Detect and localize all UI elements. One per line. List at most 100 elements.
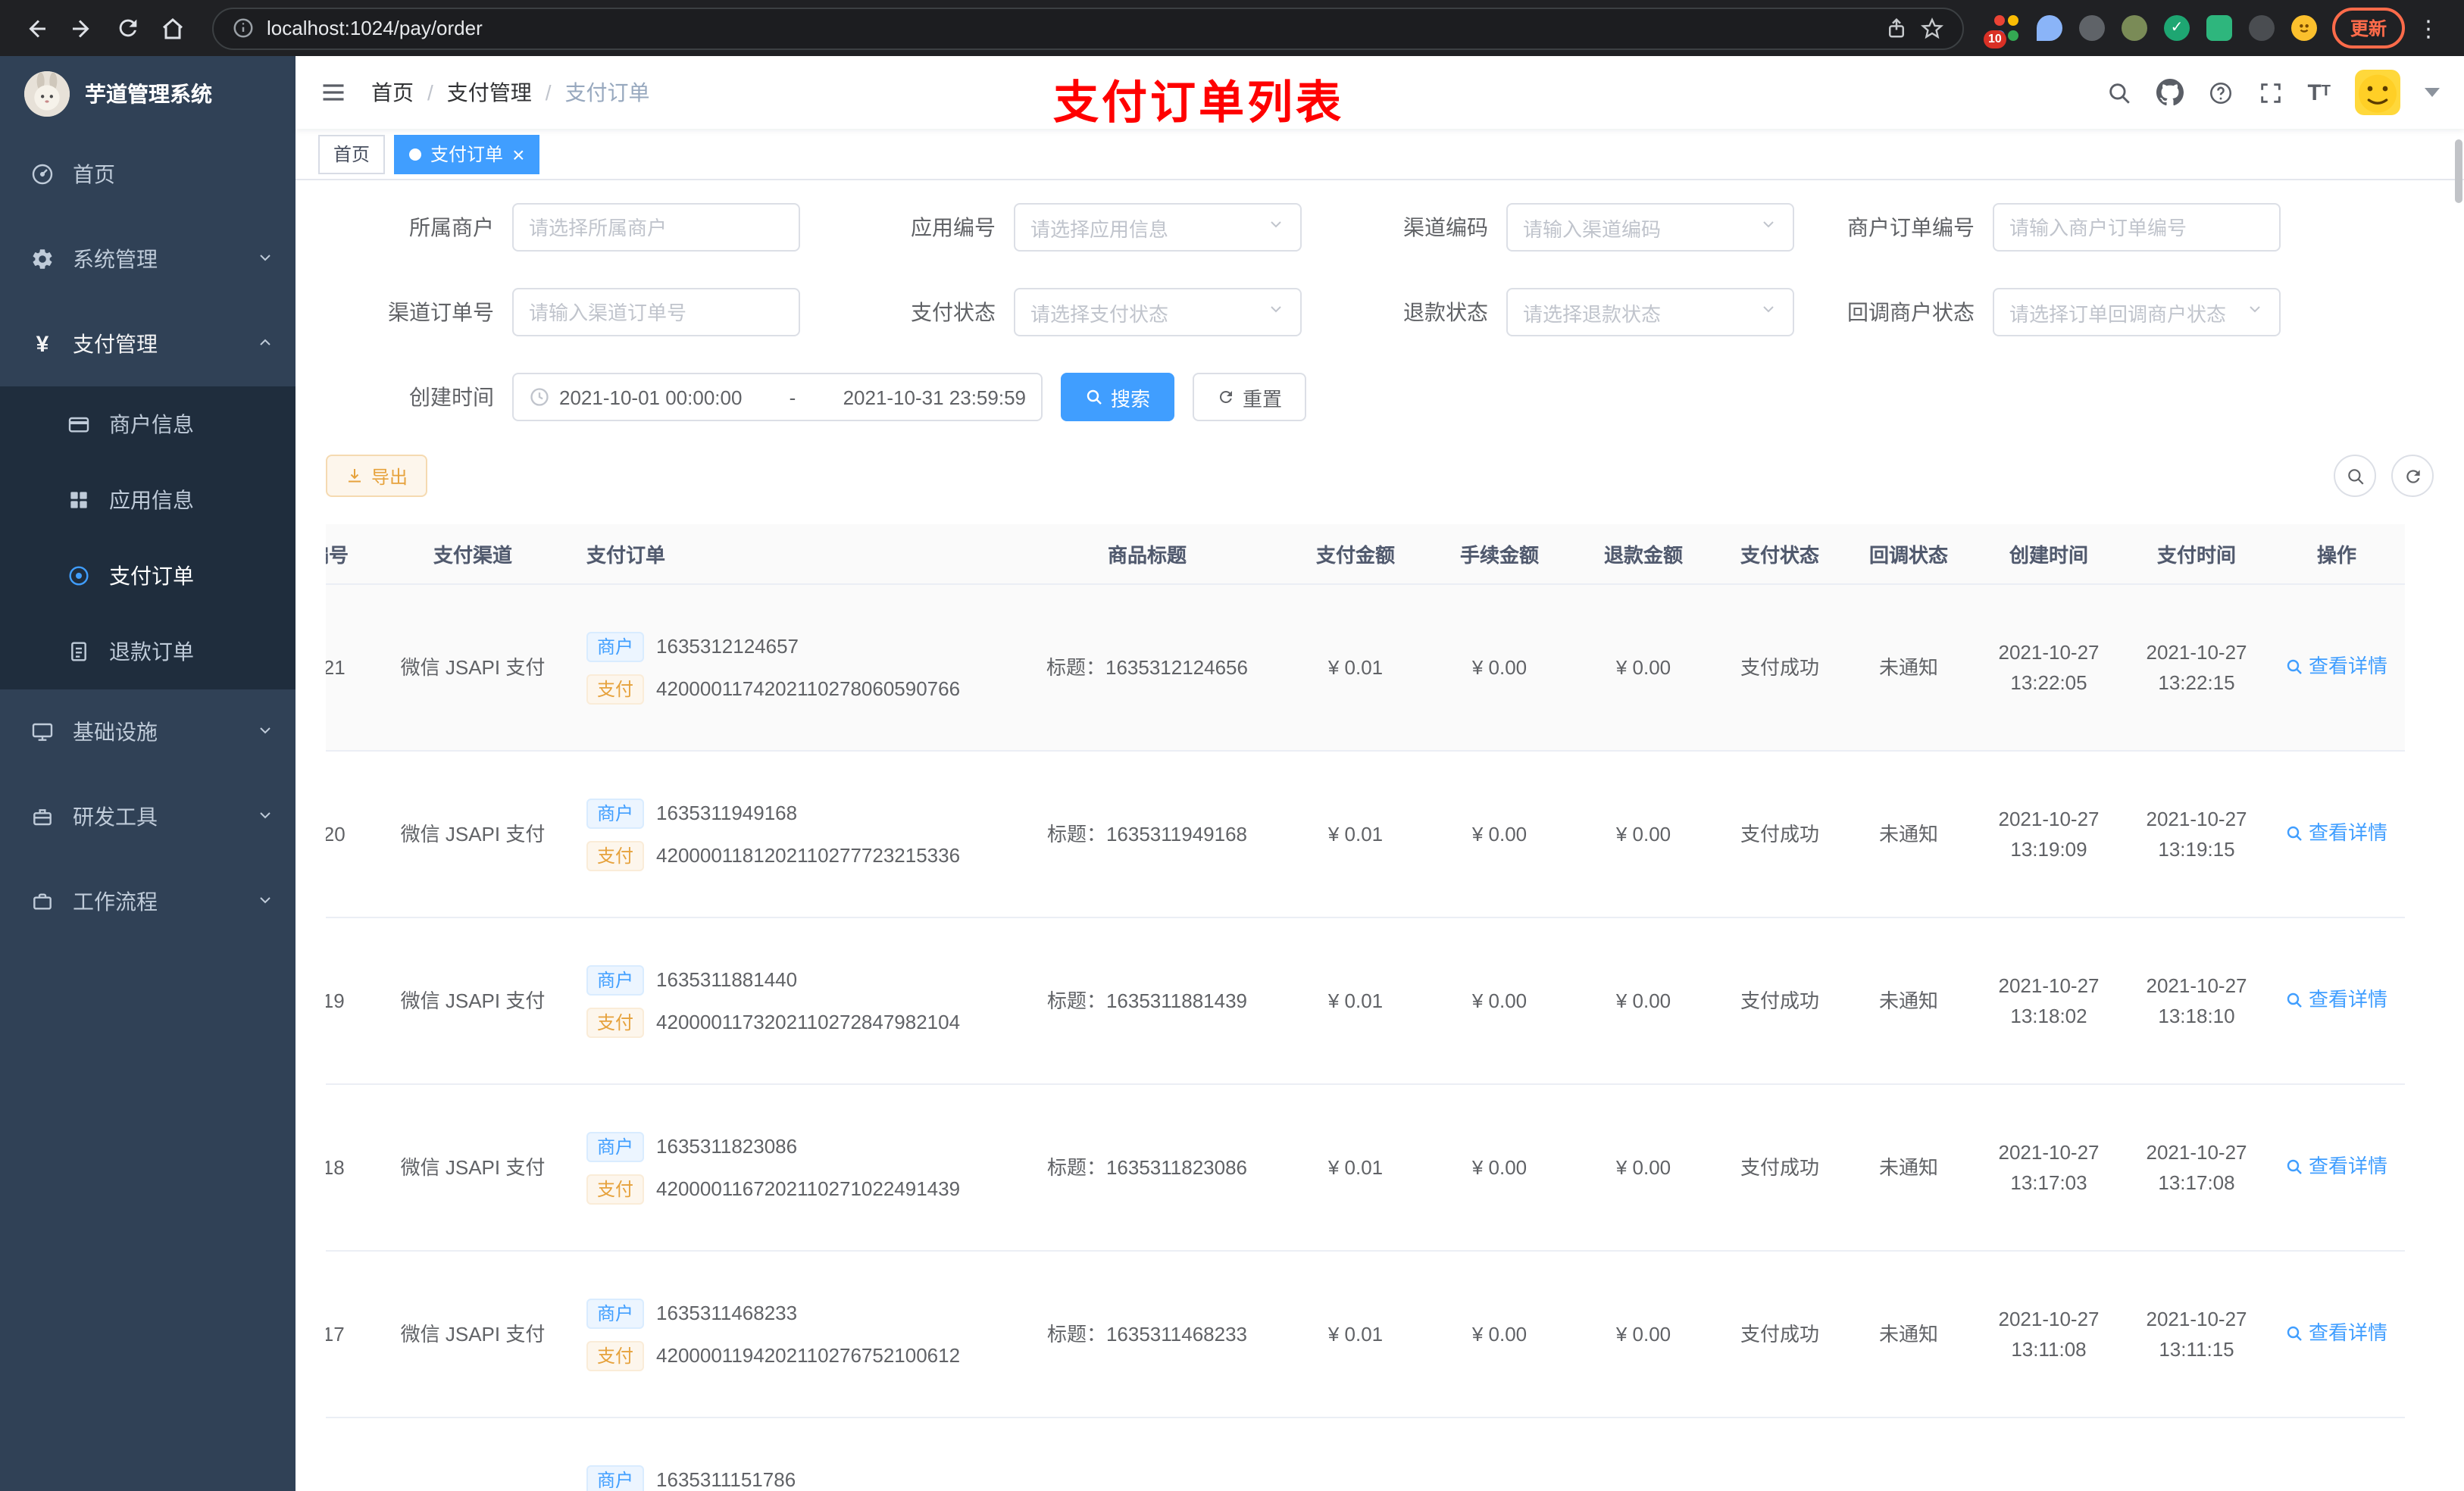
bookmark-star-icon[interactable]: [1920, 16, 1944, 40]
export-button[interactable]: 导出: [326, 455, 428, 497]
pay-time: 13:19:15: [2158, 837, 2235, 860]
pay-order-no: 4200001174202110278060590766: [656, 677, 961, 700]
col-fee: 手续金额: [1459, 544, 1539, 567]
chevron-down-icon: [256, 720, 274, 744]
screen: localhost:1024/pay/order 10 ✓ 更新 ⋮ 芋道管理系…: [0, 0, 2464, 1491]
target-icon: [67, 564, 91, 588]
extension-pin-icon[interactable]: [2248, 15, 2275, 41]
cell-pay-order: 商户 1635312124657 支付 42000011742021102780…: [571, 631, 1011, 704]
url-text[interactable]: localhost:1024/pay/order: [267, 17, 1873, 39]
pay-tag: 支付: [586, 1340, 645, 1371]
extension-badge: 10: [1983, 30, 2006, 48]
view-detail-link[interactable]: 查看详情: [2286, 818, 2387, 848]
tab-home[interactable]: 首页: [318, 134, 386, 173]
sidebar-item-refund-order[interactable]: 退款订单: [0, 614, 295, 689]
avatar-caret-icon[interactable]: [2425, 88, 2440, 97]
merchant-input[interactable]: [512, 203, 800, 252]
cell-fee: ¥ 0.00: [1471, 822, 1527, 846]
extension-check-icon[interactable]: ✓: [2163, 15, 2190, 41]
pay-status-select[interactable]: 请选择支付状态: [1014, 288, 1302, 336]
browser-update-button[interactable]: 更新: [2331, 8, 2405, 48]
scrollbar-thumb[interactable]: [2455, 139, 2462, 203]
pay-tag: 支付: [586, 840, 645, 871]
cell-refund: ¥ 0.00: [1615, 989, 1671, 1012]
sidebar-item-merchant-info[interactable]: 商户信息: [0, 386, 295, 462]
search-button[interactable]: 搜索: [1061, 373, 1175, 421]
sidebar-item-system[interactable]: 系统管理: [0, 217, 295, 302]
cell-actions: 查看详情: [2269, 652, 2405, 684]
cell-create-time: 2021-10-27 13:19:09: [1973, 805, 2125, 864]
reset-button[interactable]: 重置: [1193, 373, 1307, 421]
merchant-order-no-input[interactable]: [1993, 203, 2281, 252]
cell-create-time: 2021-10-27 13:22:05: [1973, 638, 2125, 697]
pay-order-no: 4200001173202110272847982104: [656, 1010, 961, 1033]
breadcrumb-level1[interactable]: 支付管理: [447, 77, 532, 108]
app-select[interactable]: 请选择应用信息: [1014, 203, 1302, 252]
share-icon[interactable]: [1885, 17, 1908, 39]
magnifier-icon: [2286, 657, 2304, 675]
user-avatar[interactable]: [2355, 70, 2400, 115]
create-time-range-picker[interactable]: 2021-10-01 00:00:00 - 2021-10-31 23:59:5…: [512, 373, 1043, 421]
help-icon[interactable]: [2207, 80, 2233, 105]
extension-olive-icon[interactable]: [2121, 15, 2147, 41]
tags-view: 首页 支付订单 ×: [295, 129, 2464, 180]
view-detail-link[interactable]: 查看详情: [2286, 1318, 2387, 1348]
view-detail-link[interactable]: 查看详情: [2286, 1152, 2387, 1181]
extension-chat-icon[interactable]: [2206, 15, 2232, 41]
sidebar-item-infra[interactable]: 基础设施: [0, 689, 295, 774]
cell-pay-order: 商户 1635311823086 支付 42000011672021102710…: [571, 1131, 1011, 1204]
pay-time: 13:18:10: [2158, 1004, 2235, 1027]
fullscreen-icon[interactable]: [2257, 80, 2283, 105]
refresh-table-button[interactable]: [2391, 455, 2434, 497]
channel-code-select[interactable]: 请输入渠道编码: [1506, 203, 1794, 252]
view-detail-link[interactable]: 查看详情: [2286, 652, 2387, 681]
view-detail-link[interactable]: 查看详情: [2286, 985, 2387, 1014]
font-size-icon[interactable]: TT: [2307, 81, 2331, 104]
col-id: 编号: [326, 544, 349, 567]
sidebar-toggle-icon[interactable]: [320, 79, 347, 106]
site-info-icon[interactable]: [232, 17, 255, 39]
breadcrumb-home[interactable]: 首页: [371, 77, 414, 108]
refund-status-select[interactable]: 请选择退款状态: [1506, 288, 1794, 336]
tab-pay-order[interactable]: 支付订单 ×: [394, 134, 540, 173]
channel-order-no-input[interactable]: [512, 288, 800, 336]
browser-back-button[interactable]: [15, 7, 58, 49]
browser-home-button[interactable]: [152, 7, 194, 49]
col-refund: 退款金额: [1603, 544, 1683, 567]
sidebar-item-label: 系统管理: [73, 247, 158, 271]
app-logo[interactable]: 芋道管理系统: [0, 56, 295, 132]
extension-colordots-icon[interactable]: 10: [1983, 15, 2020, 48]
sidebar-item-workflow[interactable]: 工作流程: [0, 859, 295, 944]
sidebar-item-app-info[interactable]: 应用信息: [0, 462, 295, 538]
browser-forward-button[interactable]: [61, 7, 103, 49]
filter-label: 创建时间: [409, 385, 494, 409]
cell-id: 120: [326, 822, 346, 846]
pay-order-no: 4200001167202110271022491439: [656, 1177, 961, 1200]
github-icon[interactable]: [2156, 79, 2184, 106]
toggle-search-button[interactable]: [2334, 455, 2376, 497]
sidebar-item-payment[interactable]: ¥ 支付管理: [0, 302, 295, 386]
sidebar-item-devtools[interactable]: 研发工具: [0, 774, 295, 859]
magnifier-icon: [2286, 1324, 2304, 1342]
close-icon[interactable]: ×: [512, 143, 524, 164]
chevron-down-icon: [256, 889, 274, 914]
cell-title: 标题：1635312124656: [1046, 655, 1248, 679]
sidebar-item-home[interactable]: 首页: [0, 132, 295, 217]
notify-status-select[interactable]: 请选择订单回调商户状态: [1993, 288, 2281, 336]
merchant-input-field[interactable]: [529, 216, 783, 239]
yen-icon: ¥: [36, 331, 49, 357]
extension-gray-icon[interactable]: [2078, 15, 2105, 41]
filter-label: 所属商户: [409, 215, 494, 239]
sidebar-item-pay-order[interactable]: 支付订单: [0, 538, 295, 614]
browser-reload-button[interactable]: [106, 7, 149, 49]
extension-emoji-icon[interactable]: [2290, 15, 2317, 41]
create-date: 2021-10-27: [1998, 808, 2100, 830]
channel-order-no-input-field[interactable]: [529, 301, 783, 324]
search-button-label: 搜索: [1111, 387, 1151, 410]
merchant-order-no-input-field[interactable]: [2009, 216, 2264, 239]
table-row: 121 微信 JSAPI 支付 商户 1635312124657 支付 4200…: [326, 585, 2405, 752]
extension-drop-icon[interactable]: [2036, 15, 2062, 41]
search-icon[interactable]: [2106, 80, 2131, 105]
address-bar[interactable]: localhost:1024/pay/order: [212, 7, 1964, 49]
browser-menu-button[interactable]: ⋮: [2408, 14, 2449, 42]
